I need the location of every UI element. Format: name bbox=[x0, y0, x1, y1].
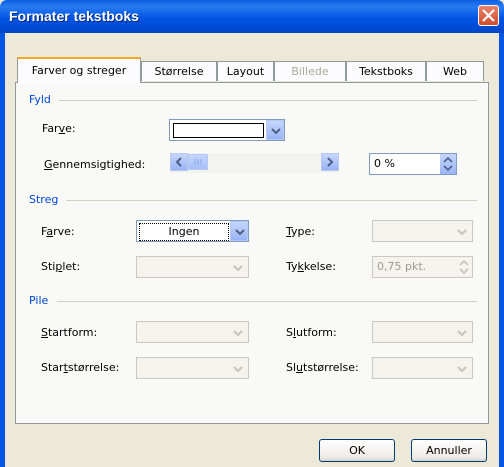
slider-right-button[interactable] bbox=[321, 153, 339, 171]
begin-style-label: Startform: bbox=[41, 326, 98, 339]
line-color-dropdown-button[interactable] bbox=[230, 221, 248, 241]
arrows-divider bbox=[57, 301, 477, 302]
end-size-label: Slutstørrelse: bbox=[286, 361, 359, 374]
begin-size-dropdown-button bbox=[229, 359, 247, 377]
fill-section-heading: Fyld bbox=[29, 93, 51, 106]
tab-layout[interactable]: Layout bbox=[217, 61, 274, 81]
line-color-dropdown[interactable]: Ingen bbox=[136, 220, 249, 242]
window-border-right bbox=[499, 33, 504, 467]
end-size-dropdown-button bbox=[453, 359, 471, 377]
end-size-dropdown bbox=[372, 357, 473, 379]
line-section-heading: Streg bbox=[29, 193, 59, 206]
fill-divider bbox=[59, 100, 477, 101]
chevron-down-icon bbox=[271, 128, 281, 135]
line-type-dropdown bbox=[372, 220, 473, 242]
slider-thumb[interactable] bbox=[188, 154, 208, 170]
chevron-down-icon bbox=[235, 229, 245, 236]
close-button[interactable] bbox=[478, 5, 499, 26]
title-bar[interactable]: Formater tekstboks bbox=[0, 0, 504, 33]
close-icon bbox=[482, 9, 495, 22]
transparency-slider[interactable] bbox=[170, 153, 339, 173]
fill-color-dropdown-button[interactable] bbox=[266, 120, 284, 140]
tab-picture: Billede bbox=[274, 61, 346, 81]
line-weight-spinner: 0,75 pkt. bbox=[372, 256, 473, 278]
end-style-dropdown-button bbox=[453, 323, 471, 341]
transparency-value: 0 % bbox=[374, 157, 395, 170]
end-style-label: Slutform: bbox=[286, 326, 337, 339]
line-color-value: Ingen bbox=[139, 223, 229, 241]
slider-left-button[interactable] bbox=[170, 153, 188, 171]
window-border-left bbox=[0, 33, 5, 467]
fill-color-label: Farve: bbox=[42, 122, 76, 135]
begin-style-dropdown-button bbox=[229, 323, 247, 341]
dialog-window: Formater tekstboks Farver og streger Stø… bbox=[0, 0, 504, 467]
chevron-down-icon bbox=[233, 265, 243, 272]
tab-web[interactable]: Web bbox=[426, 61, 484, 81]
transparency-spin-buttons[interactable] bbox=[440, 154, 456, 174]
line-dash-label: Stiplet: bbox=[41, 260, 81, 273]
tab-textbox[interactable]: Tekstboks bbox=[346, 61, 426, 81]
spin-up-down-icon bbox=[459, 259, 469, 275]
chevron-down-icon bbox=[233, 366, 243, 373]
transparency-label: Gennemsigtighed: bbox=[44, 158, 146, 171]
window-title: Formater tekstboks bbox=[9, 8, 139, 24]
line-color-label: Farve: bbox=[41, 225, 75, 238]
transparency-spinner[interactable]: 0 % bbox=[369, 153, 457, 175]
fill-color-swatch bbox=[173, 123, 264, 138]
cancel-button[interactable]: Annuller bbox=[411, 439, 487, 462]
chevron-left-icon bbox=[175, 157, 182, 167]
ok-button[interactable]: OK bbox=[319, 439, 395, 462]
begin-size-label: Startstørrelse: bbox=[41, 361, 120, 374]
line-dash-dropdown bbox=[136, 256, 249, 278]
begin-size-dropdown bbox=[136, 357, 249, 379]
line-weight-label: Tykkelse: bbox=[286, 260, 336, 273]
line-weight-spin-buttons bbox=[456, 257, 472, 277]
arrows-section-heading: Pile bbox=[29, 294, 49, 307]
chevron-down-icon bbox=[457, 229, 467, 236]
line-weight-value: 0,75 pkt. bbox=[377, 260, 427, 273]
tab-panel: Fyld Farve: Gennemsigtighed: 0 % Streg F… bbox=[15, 82, 489, 424]
chevron-down-icon bbox=[233, 330, 243, 337]
spin-up-down-icon bbox=[443, 156, 453, 172]
line-divider bbox=[66, 200, 477, 201]
begin-style-dropdown bbox=[136, 321, 249, 343]
fill-color-dropdown[interactable] bbox=[169, 119, 285, 141]
tab-size[interactable]: Størrelse bbox=[141, 61, 217, 81]
chevron-down-icon bbox=[457, 366, 467, 373]
chevron-down-icon bbox=[457, 330, 467, 337]
end-style-dropdown bbox=[372, 321, 473, 343]
line-type-label: Type: bbox=[286, 225, 315, 238]
tab-colors-and-lines[interactable]: Farver og streger bbox=[17, 57, 141, 83]
grip-icon bbox=[194, 159, 202, 165]
chevron-right-icon bbox=[327, 157, 334, 167]
line-type-dropdown-button bbox=[453, 222, 471, 240]
line-dash-dropdown-button bbox=[229, 258, 247, 276]
